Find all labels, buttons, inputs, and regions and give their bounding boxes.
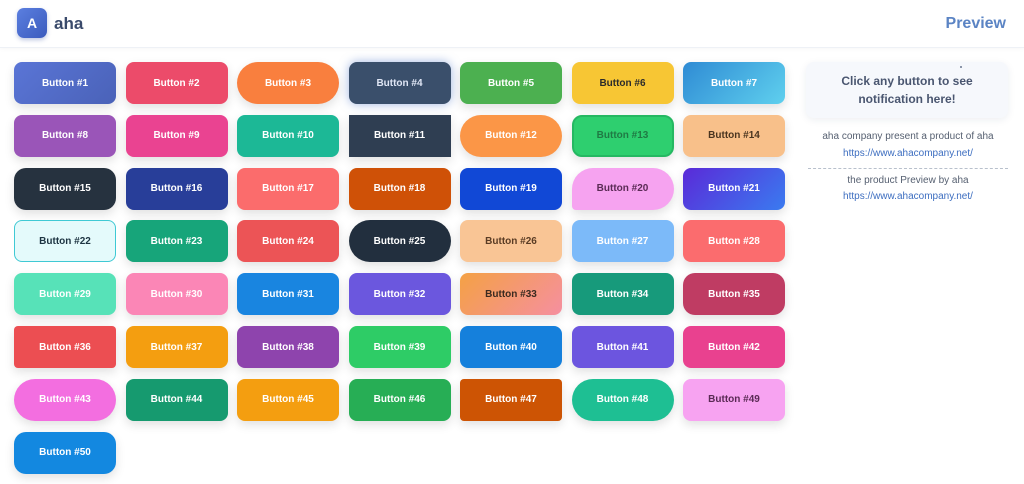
demo-button-1[interactable]: Button #1 <box>14 62 116 104</box>
demo-button-32[interactable]: Button #32 <box>348 273 451 316</box>
demo-button-41[interactable]: Button #41 <box>571 326 674 368</box>
credit-text: aha company present a product of aha <box>822 131 994 142</box>
demo-button-39[interactable]: Button #39 <box>348 326 451 368</box>
notification-indicator-dot <box>960 66 962 68</box>
demo-button-17[interactable]: Button #17 <box>237 167 339 210</box>
demo-button-12[interactable]: Button #12 <box>460 114 562 157</box>
demo-button-42[interactable]: Button #42 <box>683 326 785 368</box>
demo-button-16[interactable]: Button #16 <box>125 167 228 210</box>
demo-button-4[interactable]: Button #4 <box>348 62 451 104</box>
demo-button-9[interactable]: Button #9 <box>125 114 228 157</box>
demo-button-11[interactable]: Button #11 <box>348 114 451 157</box>
demo-button-28[interactable]: Button #28 <box>683 220 785 263</box>
demo-button-30[interactable]: Button #30 <box>125 273 228 316</box>
demo-button-48[interactable]: Button #48 <box>571 378 674 421</box>
demo-button-10[interactable]: Button #10 <box>237 114 339 157</box>
demo-button-18[interactable]: Button #18 <box>348 167 451 210</box>
demo-button-44[interactable]: Button #44 <box>125 378 228 421</box>
demo-button-20[interactable]: Button #20 <box>571 167 674 210</box>
demo-button-25[interactable]: Button #25 <box>348 220 451 263</box>
demo-button-29[interactable]: Button #29 <box>14 273 116 316</box>
preview-site-link[interactable]: https://www.ahacompany.net/ <box>843 191 973 202</box>
info-divider <box>808 168 1008 169</box>
notification-line-2: notification here! <box>858 92 956 106</box>
demo-button-33[interactable]: Button #33 <box>460 273 562 316</box>
demo-button-19[interactable]: Button #19 <box>460 167 562 210</box>
demo-button-14[interactable]: Button #14 <box>683 114 785 157</box>
demo-button-36[interactable]: Button #36 <box>14 326 116 368</box>
demo-button-2[interactable]: Button #2 <box>125 62 228 104</box>
demo-button-27[interactable]: Button #27 <box>571 220 674 263</box>
demo-button-23[interactable]: Button #23 <box>125 220 228 263</box>
demo-button-3[interactable]: Button #3 <box>237 62 339 104</box>
notification-panel: Click any button to see notification her… <box>806 62 1008 118</box>
demo-button-5[interactable]: Button #5 <box>460 62 562 104</box>
demo-button-15[interactable]: Button #15 <box>14 167 116 210</box>
demo-button-13[interactable]: Button #13 <box>571 114 674 157</box>
notification-line-1: Click any button to see <box>841 74 973 88</box>
demo-button-6[interactable]: Button #6 <box>571 62 674 104</box>
demo-button-47[interactable]: Button #47 <box>460 378 562 421</box>
app-name: aha <box>54 14 84 33</box>
demo-button-40[interactable]: Button #40 <box>460 326 562 368</box>
demo-button-24[interactable]: Button #24 <box>237 220 339 263</box>
credit-link[interactable]: https://www.ahacompany.net/ <box>843 148 973 159</box>
demo-button-43[interactable]: Button #43 <box>14 378 116 421</box>
demo-button-38[interactable]: Button #38 <box>237 326 339 368</box>
app-header: A aha Preview <box>0 0 1024 48</box>
demo-button-31[interactable]: Button #31 <box>237 273 339 316</box>
demo-button-21[interactable]: Button #21 <box>683 167 785 210</box>
demo-button-49[interactable]: Button #49 <box>683 378 785 421</box>
preview-text: the product Preview by aha <box>847 175 969 186</box>
demo-button-46[interactable]: Button #46 <box>348 378 451 421</box>
demo-button-22[interactable]: Button #22 <box>14 220 116 263</box>
preview-link[interactable]: Preview <box>946 15 1006 33</box>
preview-site-link-wrap: https://www.ahacompany.net/ <box>808 191 1008 202</box>
demo-button-35[interactable]: Button #35 <box>683 273 785 316</box>
demo-button-34[interactable]: Button #34 <box>571 273 674 316</box>
demo-button-7[interactable]: Button #7 <box>683 62 785 104</box>
demo-button-50[interactable]: Button #50 <box>14 431 116 474</box>
demo-button-8[interactable]: Button #8 <box>14 114 116 157</box>
credit-link-wrap: https://www.ahacompany.net/ <box>808 148 1008 159</box>
demo-button-37[interactable]: Button #37 <box>125 326 228 368</box>
demo-button-45[interactable]: Button #45 <box>237 378 339 421</box>
demo-button-26[interactable]: Button #26 <box>460 220 562 263</box>
app-logo[interactable]: A <box>17 8 47 38</box>
